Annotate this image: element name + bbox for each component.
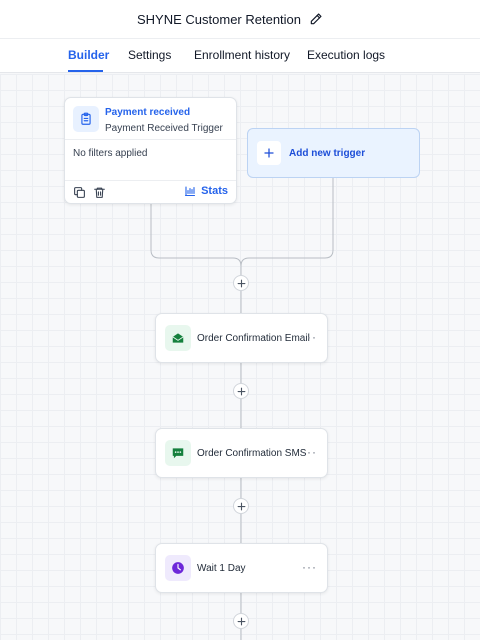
add-step-button[interactable] (233, 383, 249, 399)
page-title: SHYNE Customer Retention (137, 11, 302, 27)
stats-button[interactable]: Stats (184, 185, 228, 197)
copy-icon[interactable] (73, 186, 86, 199)
sms-icon (165, 440, 191, 466)
tab-execution-logs[interactable]: Execution logs (307, 48, 385, 62)
trigger-subtitle: Payment Received Trigger (105, 123, 223, 134)
add-step-button[interactable] (233, 498, 249, 514)
email-icon (165, 325, 191, 351)
tab-settings[interactable]: Settings (128, 48, 171, 62)
plus-icon (237, 279, 245, 287)
plus-icon (237, 387, 245, 395)
tab-builder[interactable]: Builder (68, 48, 109, 62)
trash-icon[interactable] (93, 186, 106, 199)
add-step-button[interactable] (233, 613, 249, 629)
trigger-card[interactable]: Payment received Payment Received Trigge… (64, 97, 237, 204)
add-trigger-button[interactable]: Add new trigger (247, 128, 420, 178)
more-options-icon[interactable]: ··· (302, 330, 317, 344)
pencil-icon[interactable] (309, 12, 323, 26)
step-card-email[interactable]: Order Confirmation Email ··· (155, 313, 328, 363)
tab-enrollment-history[interactable]: Enrollment history (194, 48, 290, 62)
trigger-title: Payment received (105, 107, 191, 118)
plus-icon (237, 502, 245, 510)
plus-icon (257, 141, 281, 165)
add-step-button[interactable] (233, 275, 249, 291)
title-row: SHYNE Customer Retention (137, 10, 323, 28)
clipboard-icon (73, 106, 99, 132)
active-tab-indicator (68, 70, 103, 72)
more-options-icon[interactable]: ··· (302, 445, 317, 459)
step-card-sms[interactable]: Order Confirmation SMS ··· (155, 428, 328, 478)
clock-icon (165, 555, 191, 581)
step-label: Wait 1 Day (197, 563, 246, 574)
trigger-header: Payment received Payment Received Trigge… (65, 98, 236, 140)
step-card-wait[interactable]: Wait 1 Day ··· (155, 543, 328, 593)
app-header: SHYNE Customer Retention Builder Setting… (0, 0, 480, 73)
header-divider (0, 38, 480, 39)
more-options-icon[interactable]: ··· (302, 560, 317, 574)
trigger-footer: Stats (65, 180, 236, 204)
bar-chart-icon (185, 186, 196, 197)
plus-icon (237, 617, 245, 625)
add-trigger-label: Add new trigger (289, 148, 366, 159)
stats-label: Stats (201, 185, 228, 197)
trigger-filters: No filters applied (73, 148, 148, 159)
step-label: Order Confirmation SMS (197, 448, 307, 459)
step-label: Order Confirmation Email (197, 333, 310, 344)
